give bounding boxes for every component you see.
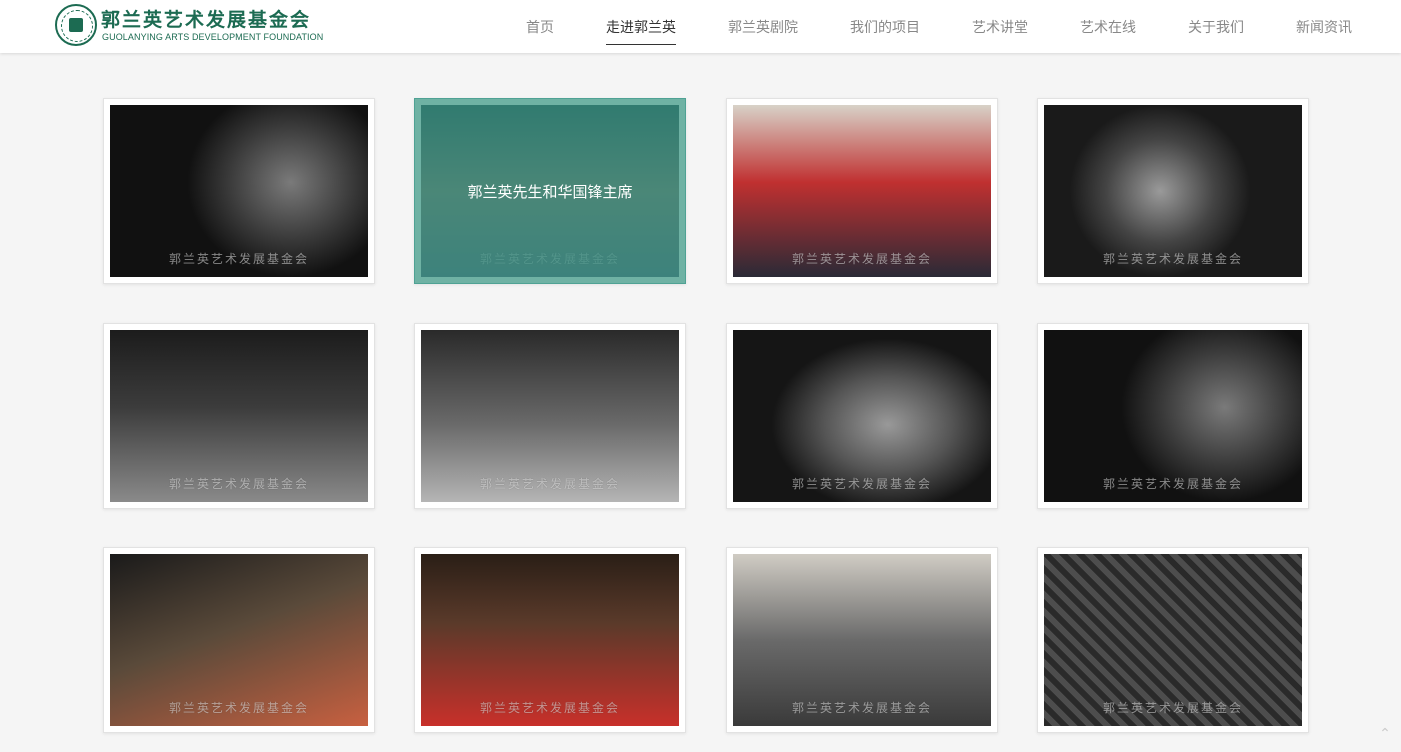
photo-card[interactable]: 郭兰英艺术发展基金会 <box>414 323 686 509</box>
photo-image: 郭兰英艺术发展基金会 <box>733 105 991 277</box>
photo-image: 郭兰英艺术发展基金会 <box>421 330 679 502</box>
nav-item-projects[interactable]: 我们的项目 <box>850 17 920 37</box>
photo-card[interactable]: 郭兰英艺术发展基金会 <box>414 547 686 733</box>
photo-image: 郭兰英艺术发展基金会 <box>110 330 368 502</box>
photo-image: 郭兰英艺术发展基金会 <box>110 554 368 726</box>
logo-name-cn: 郭兰英艺术发展基金会 <box>101 9 312 31</box>
photo-card[interactable]: 郭兰英艺术发展基金会 <box>103 323 375 509</box>
watermark: 郭兰英艺术发展基金会 <box>1102 252 1244 266</box>
watermark: 郭兰英艺术发展基金会 <box>1102 701 1244 715</box>
photo-card-hovered[interactable]: 郭兰英艺术发展基金会 郭兰英先生和华国锋主席 <box>414 98 686 284</box>
photo-card[interactable]: 郭兰英艺术发展基金会 <box>726 547 998 733</box>
watermark: 郭兰英艺术发展基金会 <box>479 701 621 715</box>
photo-card[interactable]: 郭兰英艺术发展基金会 <box>1037 323 1309 509</box>
site-logo[interactable]: 郭兰英艺术发展基金会 GUOLANYING ARTS DEVELOPMENT F… <box>55 4 325 48</box>
nav-item-news[interactable]: 新闻资讯 <box>1296 17 1352 37</box>
nav-item-art-online[interactable]: 艺术在线 <box>1080 17 1136 37</box>
nav-item-about-guolanying[interactable]: 走进郭兰英 <box>606 17 676 45</box>
photo-card[interactable]: 郭兰英艺术发展基金会 <box>1037 98 1309 284</box>
nav-item-home[interactable]: 首页 <box>526 17 554 37</box>
nav-item-about-us[interactable]: 关于我们 <box>1188 17 1244 37</box>
watermark: 郭兰英艺术发展基金会 <box>479 477 621 491</box>
photo-image: 郭兰英艺术发展基金会 郭兰英先生和华国锋主席 <box>421 105 679 277</box>
photo-gallery: 郭兰英艺术发展基金会 郭兰英艺术发展基金会 郭兰英先生和华国锋主席 郭兰英艺术发… <box>103 98 1313 738</box>
photo-card[interactable]: 郭兰英艺术发展基金会 <box>1037 547 1309 733</box>
photo-caption: 郭兰英先生和华国锋主席 <box>467 182 633 201</box>
watermark: 郭兰英艺术发展基金会 <box>168 477 310 491</box>
nav-item-lectures[interactable]: 艺术讲堂 <box>972 17 1028 37</box>
photo-image: 郭兰英艺术发展基金会 <box>1044 554 1302 726</box>
photo-caption-overlay: 郭兰英先生和华国锋主席 <box>421 105 679 277</box>
watermark: 郭兰英艺术发展基金会 <box>791 252 933 266</box>
watermark: 郭兰英艺术发展基金会 <box>791 701 933 715</box>
logo-name-en: GUOLANYING ARTS DEVELOPMENT FOUNDATION <box>102 32 324 42</box>
photo-image: 郭兰英艺术发展基金会 <box>1044 330 1302 502</box>
photo-card[interactable]: 郭兰英艺术发展基金会 <box>103 547 375 733</box>
photo-card[interactable]: 郭兰英艺术发展基金会 <box>726 98 998 284</box>
photo-image: 郭兰英艺术发展基金会 <box>421 554 679 726</box>
chevron-up-icon[interactable]: ⌃ <box>1375 724 1395 744</box>
photo-image: 郭兰英艺术发展基金会 <box>1044 105 1302 277</box>
photo-card[interactable]: 郭兰英艺术发展基金会 <box>726 323 998 509</box>
watermark: 郭兰英艺术发展基金会 <box>791 477 933 491</box>
nav-item-theater[interactable]: 郭兰英剧院 <box>728 17 798 37</box>
watermark: 郭兰英艺术发展基金会 <box>168 252 310 266</box>
photo-card[interactable]: 郭兰英艺术发展基金会 <box>103 98 375 284</box>
photo-image: 郭兰英艺术发展基金会 <box>110 105 368 277</box>
foundation-seal-icon <box>55 4 97 46</box>
watermark: 郭兰英艺术发展基金会 <box>168 701 310 715</box>
watermark: 郭兰英艺术发展基金会 <box>1102 477 1244 491</box>
photo-image: 郭兰英艺术发展基金会 <box>733 554 991 726</box>
photo-image: 郭兰英艺术发展基金会 <box>733 330 991 502</box>
site-header: 郭兰英艺术发展基金会 GUOLANYING ARTS DEVELOPMENT F… <box>0 0 1401 53</box>
